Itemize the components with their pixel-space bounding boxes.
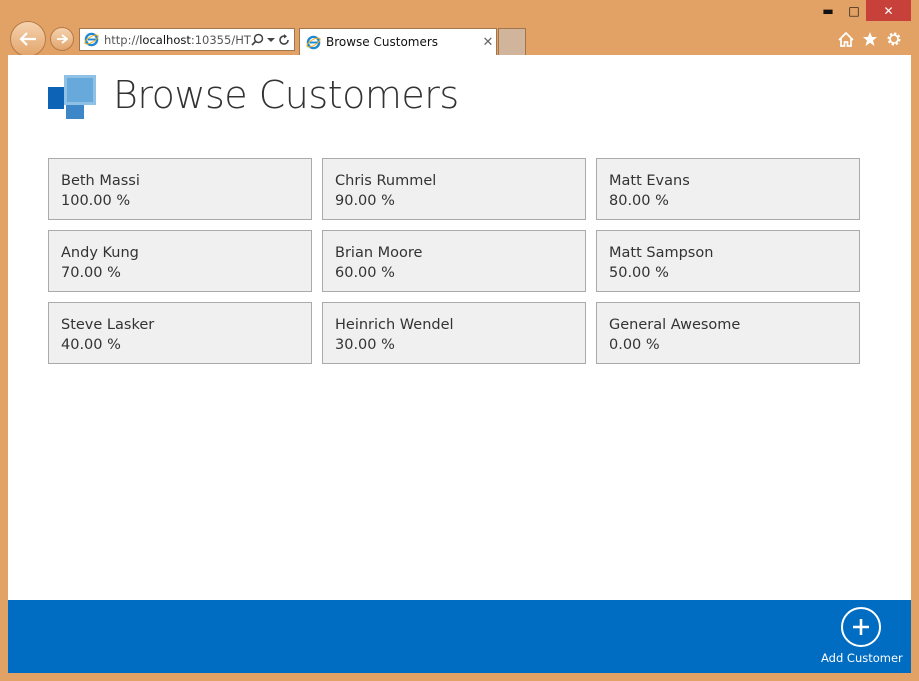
- customer-name: Steve Lasker: [61, 317, 155, 333]
- back-button[interactable]: [10, 21, 46, 57]
- ie-icon: [306, 35, 321, 49]
- dropdown-icon[interactable]: [267, 37, 275, 43]
- new-tab-button[interactable]: [498, 28, 526, 55]
- close-icon[interactable]: ✕: [480, 35, 496, 50]
- search-icon[interactable]: [251, 33, 264, 46]
- tab-title: Browse Customers: [326, 35, 439, 49]
- customer-name: Heinrich Wendel: [335, 317, 454, 333]
- customer-percent: 90.00 %: [335, 193, 395, 209]
- customer-name: Andy Kung: [61, 245, 139, 261]
- forward-arrow-icon: [57, 34, 68, 44]
- customer-percent: 30.00 %: [335, 337, 395, 353]
- customer-name: Matt Sampson: [609, 245, 714, 261]
- ie-icon: [84, 32, 99, 47]
- customer-tile[interactable]: Matt Evans 80.00 %: [596, 158, 860, 220]
- customer-percent: 0.00 %: [609, 337, 660, 353]
- customer-tile[interactable]: Steve Lasker 40.00 %: [48, 302, 312, 364]
- star-icon[interactable]: [860, 29, 880, 49]
- customer-percent: 50.00 %: [609, 265, 669, 281]
- customer-tile[interactable]: Heinrich Wendel 30.00 %: [322, 302, 586, 364]
- customer-tile[interactable]: Brian Moore 60.00 %: [322, 230, 586, 292]
- forward-button[interactable]: [50, 27, 74, 51]
- app-logo-icon: [48, 75, 96, 119]
- command-bar: Add Customer: [8, 600, 911, 673]
- customer-percent: 70.00 %: [61, 265, 121, 281]
- address-prefix: http://: [104, 32, 140, 47]
- maximize-button[interactable]: □: [842, 0, 866, 21]
- gear-icon[interactable]: [884, 29, 904, 49]
- customer-percent: 80.00 %: [609, 193, 669, 209]
- window-close-button[interactable]: ✕: [866, 0, 911, 21]
- customer-percent: 60.00 %: [335, 265, 395, 281]
- add-customer-label: Add Customer: [821, 651, 903, 665]
- plus-circle-icon: [841, 607, 881, 647]
- back-arrow-icon: [19, 32, 36, 46]
- customer-tile[interactable]: Chris Rummel 90.00 %: [322, 158, 586, 220]
- customer-tile-list: Beth Massi 100.00 % Chris Rummel 90.00 %…: [48, 158, 860, 364]
- page-title: Browse Customers: [113, 73, 459, 117]
- address-host: localhost: [139, 32, 191, 47]
- address-rest: :10355/HT: [190, 32, 251, 47]
- customer-percent: 40.00 %: [61, 337, 121, 353]
- customer-name: General Awesome: [609, 317, 741, 333]
- customer-tile[interactable]: Andy Kung 70.00 %: [48, 230, 312, 292]
- minimize-button[interactable]: ▬: [815, 0, 841, 21]
- customer-percent: 100.00 %: [61, 193, 131, 209]
- browser-chrome: ▬ □ ✕ http://localhost:10355/HT Browse C…: [0, 0, 919, 57]
- customer-tile[interactable]: General Awesome 0.00 %: [596, 302, 860, 364]
- tab-browse-customers[interactable]: Browse Customers ✕: [299, 28, 497, 55]
- address-bar[interactable]: http://localhost:10355/HT: [79, 28, 295, 51]
- add-customer-button[interactable]: Add Customer: [821, 607, 903, 665]
- address-text[interactable]: http://localhost:10355/HT: [104, 33, 251, 47]
- customer-name: Brian Moore: [335, 245, 423, 261]
- refresh-icon[interactable]: [278, 33, 290, 46]
- customer-name: Beth Massi: [61, 173, 140, 189]
- customer-tile[interactable]: Beth Massi 100.00 %: [48, 158, 312, 220]
- home-icon[interactable]: [836, 29, 856, 49]
- customer-tile[interactable]: Matt Sampson 50.00 %: [596, 230, 860, 292]
- page-content: Browse Customers Beth Massi 100.00 % Chr…: [8, 55, 911, 673]
- customer-name: Chris Rummel: [335, 173, 437, 189]
- customer-name: Matt Evans: [609, 173, 690, 189]
